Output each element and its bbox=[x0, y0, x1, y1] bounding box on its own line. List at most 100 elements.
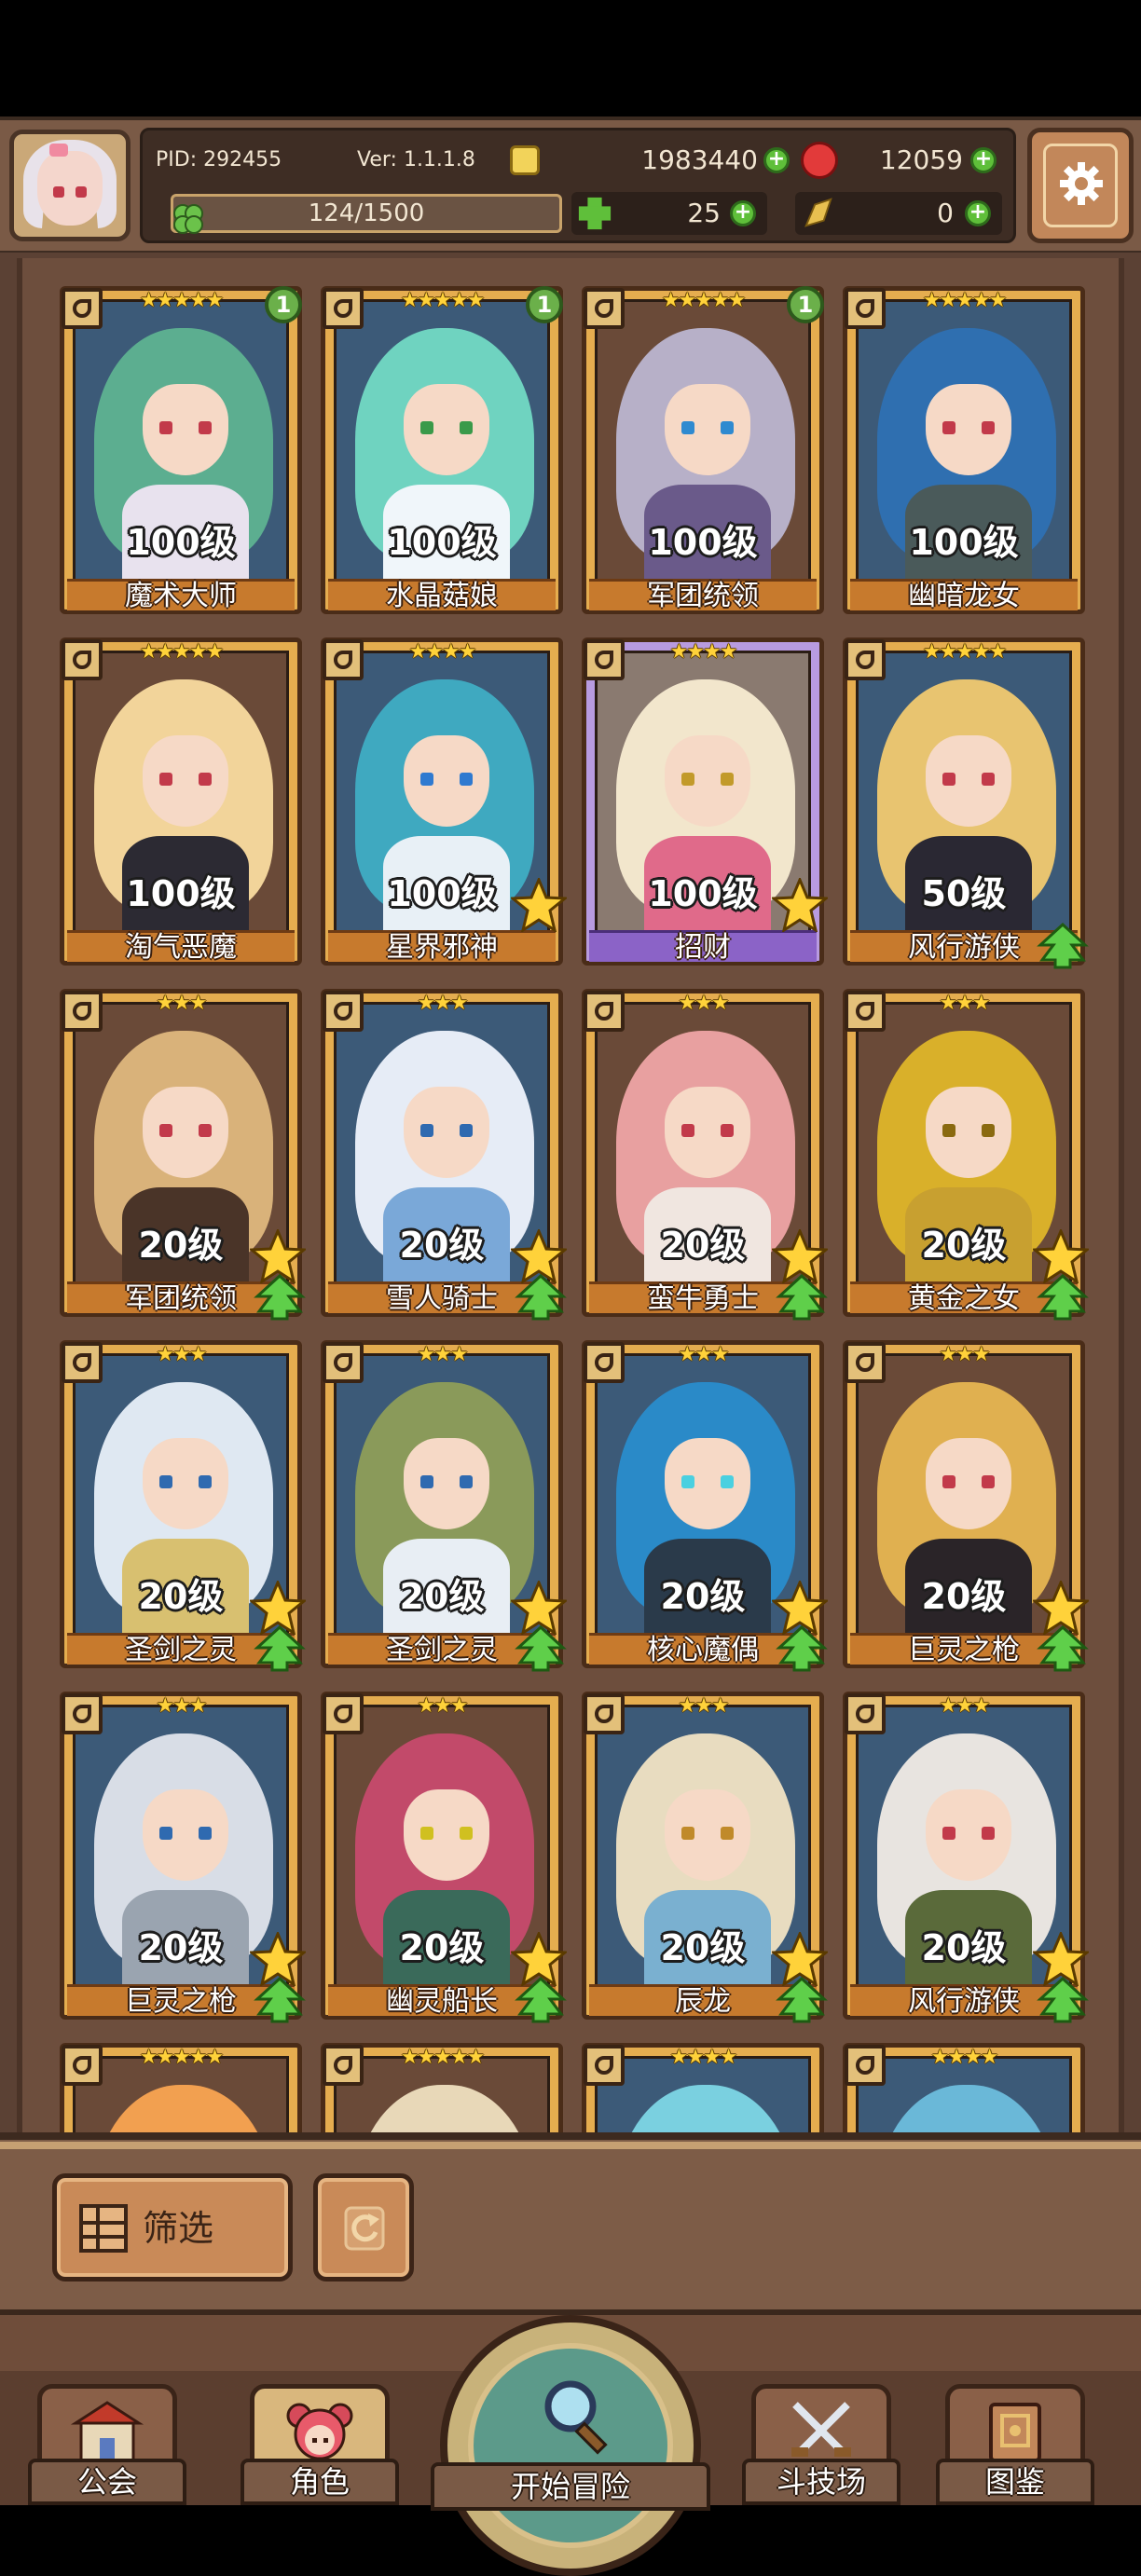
hero-level: 100级 bbox=[126, 873, 236, 914]
book-icon bbox=[989, 2403, 1041, 2462]
hero-class-icon bbox=[845, 991, 886, 1032]
hero-star-rating: ★★★ bbox=[939, 1343, 990, 1366]
hero-class-icon bbox=[62, 1342, 103, 1383]
settings-button[interactable] bbox=[1027, 128, 1134, 243]
hero-level: 100级 bbox=[909, 522, 1019, 563]
gold-coin-icon bbox=[510, 145, 540, 175]
hero-class-icon bbox=[845, 2045, 886, 2086]
hero-card[interactable]: ★★★★ 100级 招财 bbox=[582, 637, 830, 966]
filter-button[interactable]: 筛选 bbox=[52, 2173, 293, 2281]
hero-card[interactable]: ★★★★★ 1 100级 魔术大师 bbox=[60, 286, 302, 614]
player-avatar[interactable] bbox=[9, 130, 131, 241]
level-up-arrow-icon bbox=[254, 1976, 306, 2023]
hero-card[interactable]: ★★★★★ 100级淘气恶魔 bbox=[60, 637, 302, 966]
hero-card[interactable]: ★★★ 20级 黄金之女 bbox=[843, 989, 1091, 1321]
hero-class-icon bbox=[323, 1342, 364, 1383]
reset-filter-button[interactable] bbox=[313, 2173, 414, 2281]
level-up-arrow-icon bbox=[1037, 1624, 1089, 1672]
add-clover-button[interactable]: + bbox=[730, 200, 756, 226]
bottom-nav: 公会 角色 开始冒险 斗技场 图鉴 bbox=[0, 2309, 1141, 2576]
hero-card[interactable]: ★★★ 20级 核心魔偶 bbox=[582, 1340, 830, 1672]
hero-star-rating: ★★★ bbox=[156, 992, 207, 1015]
star-up-icon bbox=[509, 876, 569, 934]
hero-name: 幽暗龙女 bbox=[850, 579, 1078, 611]
hero-list[interactable]: ★★★★★ 1 100级 魔术大师 ★★★★★ 1 100级 水晶菇娘 ★★★★★ 1 100级 军团… bbox=[0, 253, 1141, 2371]
hero-card[interactable]: ★★★ 20级 幽灵船长 bbox=[321, 1692, 569, 2023]
clover-resource: 25 + bbox=[571, 192, 767, 235]
hero-card[interactable]: ★★★ 20级 军团统领 bbox=[60, 989, 308, 1321]
nav-arena[interactable]: 斗技场 bbox=[742, 2365, 900, 2505]
player-info-panel: PID: 292455 Ver: 1.1.1.8 1983440 + 12059… bbox=[140, 128, 1016, 243]
hero-card[interactable]: ★★★ 20级 风行游侠 bbox=[843, 1692, 1091, 2023]
shard-amount: 0 bbox=[937, 198, 954, 228]
nav-guild[interactable]: 公会 bbox=[28, 2365, 186, 2505]
hero-level: 100级 bbox=[387, 522, 497, 563]
hero-star-rating: ★★★★ bbox=[408, 640, 477, 664]
shard-resource: 0 + bbox=[795, 192, 1002, 235]
hero-star-rating: ★★★★ bbox=[930, 2046, 999, 2069]
add-gold-button[interactable]: + bbox=[763, 147, 790, 173]
hero-card[interactable]: ★★★ 20级 巨灵之枪 bbox=[843, 1340, 1091, 1672]
level-up-arrow-icon bbox=[515, 1273, 567, 1321]
hero-class-icon bbox=[62, 639, 103, 680]
nav-codex[interactable]: 图鉴 bbox=[936, 2365, 1094, 2505]
nav-character[interactable]: 角色 bbox=[241, 2365, 399, 2505]
green-clover-icon bbox=[578, 197, 612, 230]
stamina-text: 124/1500 bbox=[308, 199, 425, 227]
hero-card[interactable]: ★★★★★ 1 100级 水晶菇娘 bbox=[321, 286, 563, 614]
shard-icon bbox=[804, 198, 832, 227]
hero-star-rating: ★★★ bbox=[678, 1694, 729, 1718]
gem-amount: 12059 bbox=[879, 144, 963, 175]
ruby-gem-icon bbox=[801, 142, 838, 179]
status-bar: PID: 292455 Ver: 1.1.1.8 1983440 + 12059… bbox=[0, 116, 1141, 256]
nav-character-label: 角色 bbox=[241, 2459, 399, 2505]
hero-card[interactable]: ★★★ 20级 雪人骑士 bbox=[321, 989, 569, 1321]
level-up-arrow-icon bbox=[1037, 1976, 1089, 2023]
hero-card[interactable]: ★★★ 20级 圣剑之灵 bbox=[321, 1340, 569, 1672]
nav-adventure[interactable]: 开始冒险 bbox=[431, 2315, 710, 2576]
level-up-arrow-icon bbox=[515, 1976, 567, 2023]
hero-card[interactable]: ★★★ 20级 蛮牛勇士 bbox=[582, 989, 830, 1321]
action-bar: 筛选 bbox=[0, 2132, 1141, 2309]
hero-card[interactable]: ★★★★★ 100级 幽暗龙女 bbox=[843, 286, 1085, 614]
hero-star-rating: ★★★ bbox=[156, 1343, 207, 1366]
stamina-bar: 124/1500 bbox=[171, 194, 562, 234]
hero-star-rating: ★★★★★ bbox=[400, 2046, 486, 2069]
hero-card[interactable]: ★★★ 20级 圣剑之灵 bbox=[60, 1340, 308, 1672]
hero-class-icon bbox=[584, 288, 625, 329]
level-up-arrow-icon bbox=[515, 1624, 567, 1672]
hero-class-icon bbox=[584, 639, 625, 680]
hero-card[interactable]: ★★★ 20级 辰龙 bbox=[582, 1692, 830, 2023]
hero-card[interactable]: ★★★ 20级 巨灵之枪 bbox=[60, 1692, 308, 2023]
level-up-arrow-icon bbox=[1037, 922, 1089, 969]
hero-class-icon bbox=[584, 991, 625, 1032]
add-shard-button[interactable]: + bbox=[965, 200, 991, 226]
hero-card[interactable]: ★★★★★ 50级 风行游侠 bbox=[843, 637, 1089, 969]
hero-class-icon bbox=[62, 1693, 103, 1734]
player-id: PID: 292455 bbox=[156, 148, 282, 171]
add-gem-button[interactable]: + bbox=[970, 147, 997, 173]
hero-star-rating: ★★★★★ bbox=[139, 640, 225, 664]
hero-class-icon bbox=[323, 639, 364, 680]
hero-star-rating: ★★★ bbox=[939, 1694, 990, 1718]
hero-star-rating: ★★★★ bbox=[669, 640, 738, 664]
level-up-arrow-icon bbox=[776, 1976, 828, 2023]
nav-adventure-label: 开始冒险 bbox=[431, 2462, 710, 2511]
hero-card[interactable]: ★★★★ 100级 星界邪神 bbox=[321, 637, 569, 966]
hero-card[interactable]: ★★★★★ 1 100级 军团统领 bbox=[582, 286, 824, 614]
hero-class-icon bbox=[323, 288, 364, 329]
game-screen: PID: 292455 Ver: 1.1.1.8 1983440 + 12059… bbox=[0, 0, 1141, 2576]
gear-icon bbox=[1060, 162, 1103, 205]
hero-star-rating: ★★★★★ bbox=[400, 289, 486, 312]
hero-level: 100级 bbox=[126, 522, 236, 563]
hero-class-icon bbox=[323, 991, 364, 1032]
filter-label: 筛选 bbox=[143, 2208, 214, 2249]
star-up-icon bbox=[770, 876, 830, 934]
hero-name: 淘气恶魔 bbox=[67, 930, 295, 963]
hero-class-icon bbox=[323, 2045, 364, 2086]
hero-class-icon bbox=[62, 288, 103, 329]
clover-icon bbox=[173, 204, 203, 234]
hero-star-rating: ★★★ bbox=[678, 1343, 729, 1366]
hero-badge: 1 bbox=[787, 286, 824, 323]
hero-star-rating: ★★★★★ bbox=[139, 2046, 225, 2069]
